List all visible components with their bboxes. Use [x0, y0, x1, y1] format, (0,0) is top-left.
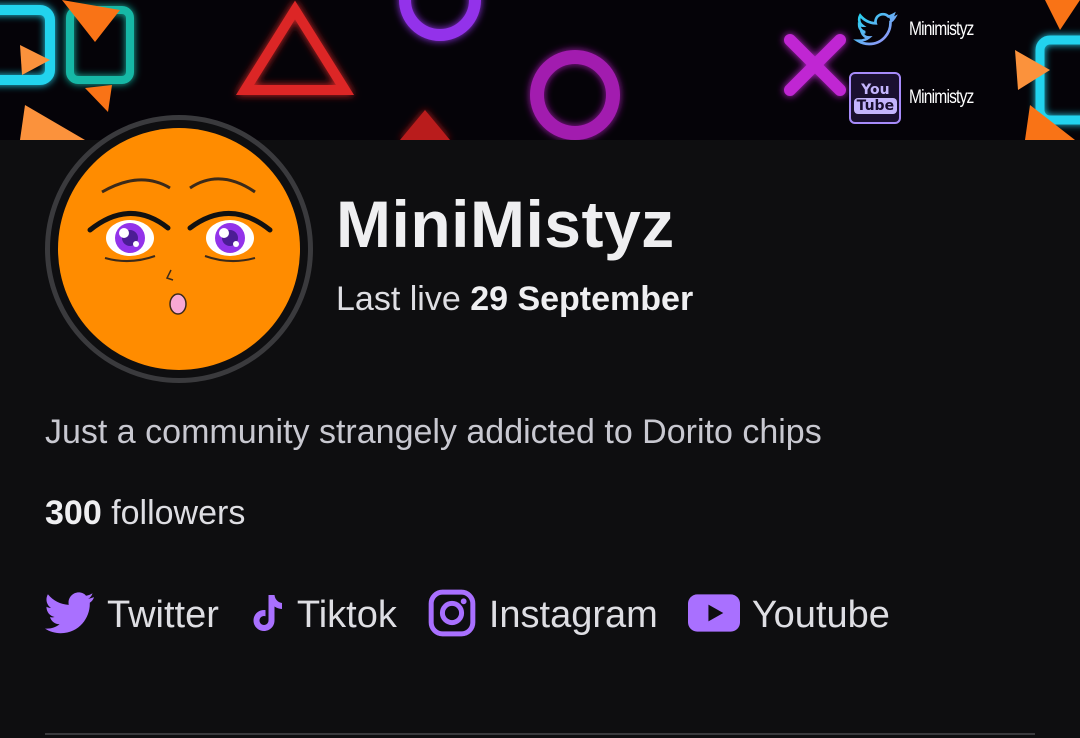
- youtube-icon: [687, 594, 740, 637]
- follower-count-label: followers: [111, 494, 246, 532]
- social-link-tiktok-label: Tiktok: [296, 594, 397, 636]
- follower-count-number: 300: [45, 494, 102, 532]
- youtube-badge-bottom-text: Tube: [853, 98, 898, 114]
- channel-name: MiniMistyz: [336, 187, 675, 261]
- social-link-twitter[interactable]: Twitter: [45, 592, 219, 639]
- social-link-instagram[interactable]: Instagram: [427, 588, 658, 643]
- social-link-twitter-label: Twitter: [107, 594, 219, 636]
- social-link-instagram-label: Instagram: [488, 594, 658, 636]
- last-live-info: Last live 29 September: [336, 280, 693, 319]
- youtube-badge-top-text: You: [861, 82, 890, 98]
- section-divider: [45, 733, 1035, 735]
- last-live-prefix: Last live: [336, 280, 461, 318]
- banner-youtube-handle-text: Minimistyz: [909, 87, 974, 108]
- instagram-icon: [427, 588, 477, 643]
- banner-twitter-handle-text: Minimistyz: [909, 19, 974, 40]
- social-links: Twitter Tiktok Instagram Youtube: [45, 588, 920, 643]
- avatar-face-image: [58, 128, 300, 370]
- twitter-bird-icon: [853, 11, 899, 46]
- follower-count: 300 followers: [45, 494, 245, 533]
- social-link-youtube-label: Youtube: [751, 594, 890, 636]
- tiktok-icon: [249, 592, 285, 639]
- social-link-tiktok[interactable]: Tiktok: [249, 592, 397, 639]
- social-link-youtube[interactable]: Youtube: [687, 594, 890, 637]
- channel-description: Just a community strangely addicted to D…: [45, 413, 822, 451]
- twitter-icon: [45, 592, 95, 639]
- banner-youtube-handle: You Tube Minimistyz: [849, 72, 988, 124]
- youtube-logo-icon: You Tube: [849, 72, 902, 124]
- banner-twitter-handle: Minimistyz: [851, 10, 988, 50]
- last-live-date: 29 September: [470, 280, 694, 318]
- channel-avatar[interactable]: [45, 115, 313, 383]
